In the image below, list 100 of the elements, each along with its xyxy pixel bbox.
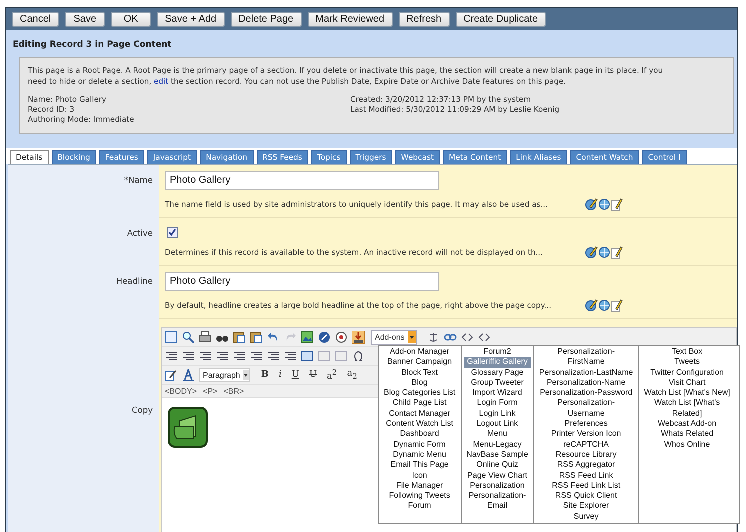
format-button[interactable]: a$^{2}$	[324, 368, 340, 382]
checkbox[interactable]	[167, 227, 178, 238]
format-button[interactable]: U	[306, 370, 320, 380]
format-button[interactable]: a$_{2}$	[344, 369, 360, 381]
format-button[interactable]: B	[258, 370, 272, 380]
pencil-icon[interactable]	[611, 299, 623, 312]
menu-item[interactable]: Menu	[464, 429, 532, 440]
edit-icon[interactable]	[585, 246, 598, 259]
menu-item[interactable]: Menu-Legacy	[464, 440, 532, 450]
menu-item[interactable]: Dynamic Menu	[381, 450, 459, 460]
menu-item[interactable]: Personalization-Password	[536, 388, 636, 398]
menu-item[interactable]: reCAPTCHA	[536, 440, 636, 450]
menu-item[interactable]: Online Quiz	[464, 460, 532, 471]
menu-item[interactable]: Content Watch List	[381, 419, 459, 430]
menu-item[interactable]: Group Tweeter	[464, 378, 532, 388]
font-color-icon[interactable]	[182, 368, 195, 382]
menu-item[interactable]: Dashboard	[381, 429, 459, 440]
menu-item[interactable]: Personalization- FirstName	[536, 347, 636, 368]
pencil-icon[interactable]	[611, 198, 623, 211]
menu-item[interactable]: Personalization- Email	[464, 491, 532, 512]
menu-item[interactable]: Personalization- Username	[536, 398, 636, 420]
menu-item[interactable]: Glossary Page	[464, 368, 532, 378]
input-field[interactable]: Photo Gallery	[165, 272, 439, 291]
menu-item[interactable]: Personalization	[464, 480, 532, 492]
menu-item[interactable]: Personalization-Name	[536, 378, 636, 388]
menu-item[interactable]: Login Link	[464, 408, 532, 420]
menu-item[interactable]: RSS Feed Link List	[536, 480, 636, 492]
globe-icon[interactable]	[599, 247, 610, 258]
globe-icon[interactable]	[599, 199, 610, 210]
caret-icon	[243, 370, 250, 380]
menu-item[interactable]: Visit Chart	[641, 378, 734, 388]
input-field[interactable]: Photo Gallery	[165, 171, 439, 190]
menu-item[interactable]: Page View Chart	[464, 470, 532, 481]
menu-item[interactable]: Blog	[381, 378, 459, 388]
menu-item[interactable]: Import Wizard	[464, 388, 532, 398]
toolbar-button[interactable]: Create Duplicate	[456, 12, 546, 26]
menu-item[interactable]: Personalization-LastName	[536, 368, 636, 378]
square-icon[interactable]	[165, 330, 178, 344]
menu-item[interactable]: Dynamic Form	[381, 440, 459, 450]
menu-item[interactable]: RSS Aggregator	[536, 460, 636, 471]
element-path-link[interactable]: <BODY>	[165, 386, 198, 396]
paragraph-format-dropdown[interactable]: Paragraph	[199, 368, 250, 382]
code-icon[interactable]	[478, 330, 491, 344]
edit-icon[interactable]	[165, 368, 178, 382]
menu-item[interactable]: Resource Library	[536, 450, 636, 460]
menu-item[interactable]: Add-on Manager	[381, 347, 459, 358]
menu-item[interactable]: Following Tweets	[381, 491, 459, 502]
toolbar-button[interactable]: Delete Page	[230, 12, 302, 26]
download-icon[interactable]	[352, 330, 365, 344]
toolbar-button[interactable]: OK	[111, 12, 152, 26]
menu-item[interactable]: Watch List [What's New]	[641, 388, 734, 398]
menu-item[interactable]: Login Form	[464, 398, 532, 409]
menu-item[interactable]: Child Page List	[381, 398, 459, 409]
menu-item[interactable]: Watch List [What's Related]	[641, 398, 734, 420]
menu-item[interactable]: Printer Version Icon	[536, 429, 636, 440]
omega-icon[interactable]	[352, 350, 365, 362]
menu-item[interactable]: RSS Feed Link	[536, 470, 636, 481]
menu-item[interactable]: Preferences	[536, 419, 636, 430]
menu-item[interactable]: Webcast Add-on	[641, 419, 734, 430]
menu-item[interactable]: Survey	[536, 512, 636, 522]
menu-item[interactable]: Email This Page Icon	[381, 460, 459, 481]
pencil-icon[interactable]	[611, 246, 623, 259]
menu-item[interactable]: Logout Link	[464, 419, 532, 430]
toolbar-button[interactable]: Save + Add	[157, 12, 225, 26]
menu-item[interactable]: Block Text	[381, 368, 459, 378]
menu-item[interactable]: Whats Related	[641, 429, 734, 440]
menu-item[interactable]: NavBase Sample	[464, 450, 532, 460]
circle-icon[interactable]	[335, 330, 348, 344]
table-icon[interactable]	[301, 350, 314, 362]
toolbar-button[interactable]: Cancel	[12, 12, 60, 26]
magnifier-icon[interactable]	[182, 330, 195, 344]
menu-item[interactable]: File Manager	[381, 480, 459, 492]
menu-item[interactable]: Contact Manager	[381, 408, 459, 420]
page-title: Editing Record 3 in Page Content	[12, 39, 173, 52]
menu-item[interactable]: Tweets	[641, 357, 734, 368]
menu-item[interactable]: RSS Quick Client	[536, 491, 636, 502]
menu-item[interactable]: Forum	[381, 501, 459, 512]
menu-item[interactable]: Site Explorer	[536, 501, 636, 512]
menu-item[interactable]: Blog Categories List	[381, 388, 459, 398]
code-icon[interactable]	[460, 330, 474, 344]
element-path-link[interactable]: <P>	[203, 386, 218, 396]
toolbar-button[interactable]: Mark Reviewed	[308, 12, 393, 26]
format-button[interactable]: U	[288, 370, 302, 380]
edit-icon[interactable]	[585, 198, 598, 211]
edit-icon[interactable]	[585, 299, 598, 312]
format-button[interactable]: i	[276, 370, 285, 380]
toolbar-button[interactable]: Refresh	[398, 12, 450, 26]
menu-item[interactable]: Whos Online	[641, 440, 734, 450]
image-icon[interactable]	[301, 330, 314, 344]
globe-icon[interactable]	[599, 300, 610, 311]
menu-item[interactable]: Banner Campaign	[381, 357, 459, 368]
printer-icon[interactable]	[199, 330, 212, 344]
toolbar-button[interactable]: Save	[65, 12, 106, 26]
menu-item[interactable]: Forum2	[464, 347, 532, 358]
add-ons-dropdown[interactable]: Add-ons	[371, 330, 417, 344]
field-label: Headline	[116, 276, 153, 287]
menu-item[interactable]: Text Box	[641, 347, 734, 358]
element-path-link[interactable]: <BR>	[224, 386, 244, 396]
menu-item[interactable]: Twitter Configuration	[641, 368, 734, 378]
field-label: *Name	[124, 175, 153, 186]
